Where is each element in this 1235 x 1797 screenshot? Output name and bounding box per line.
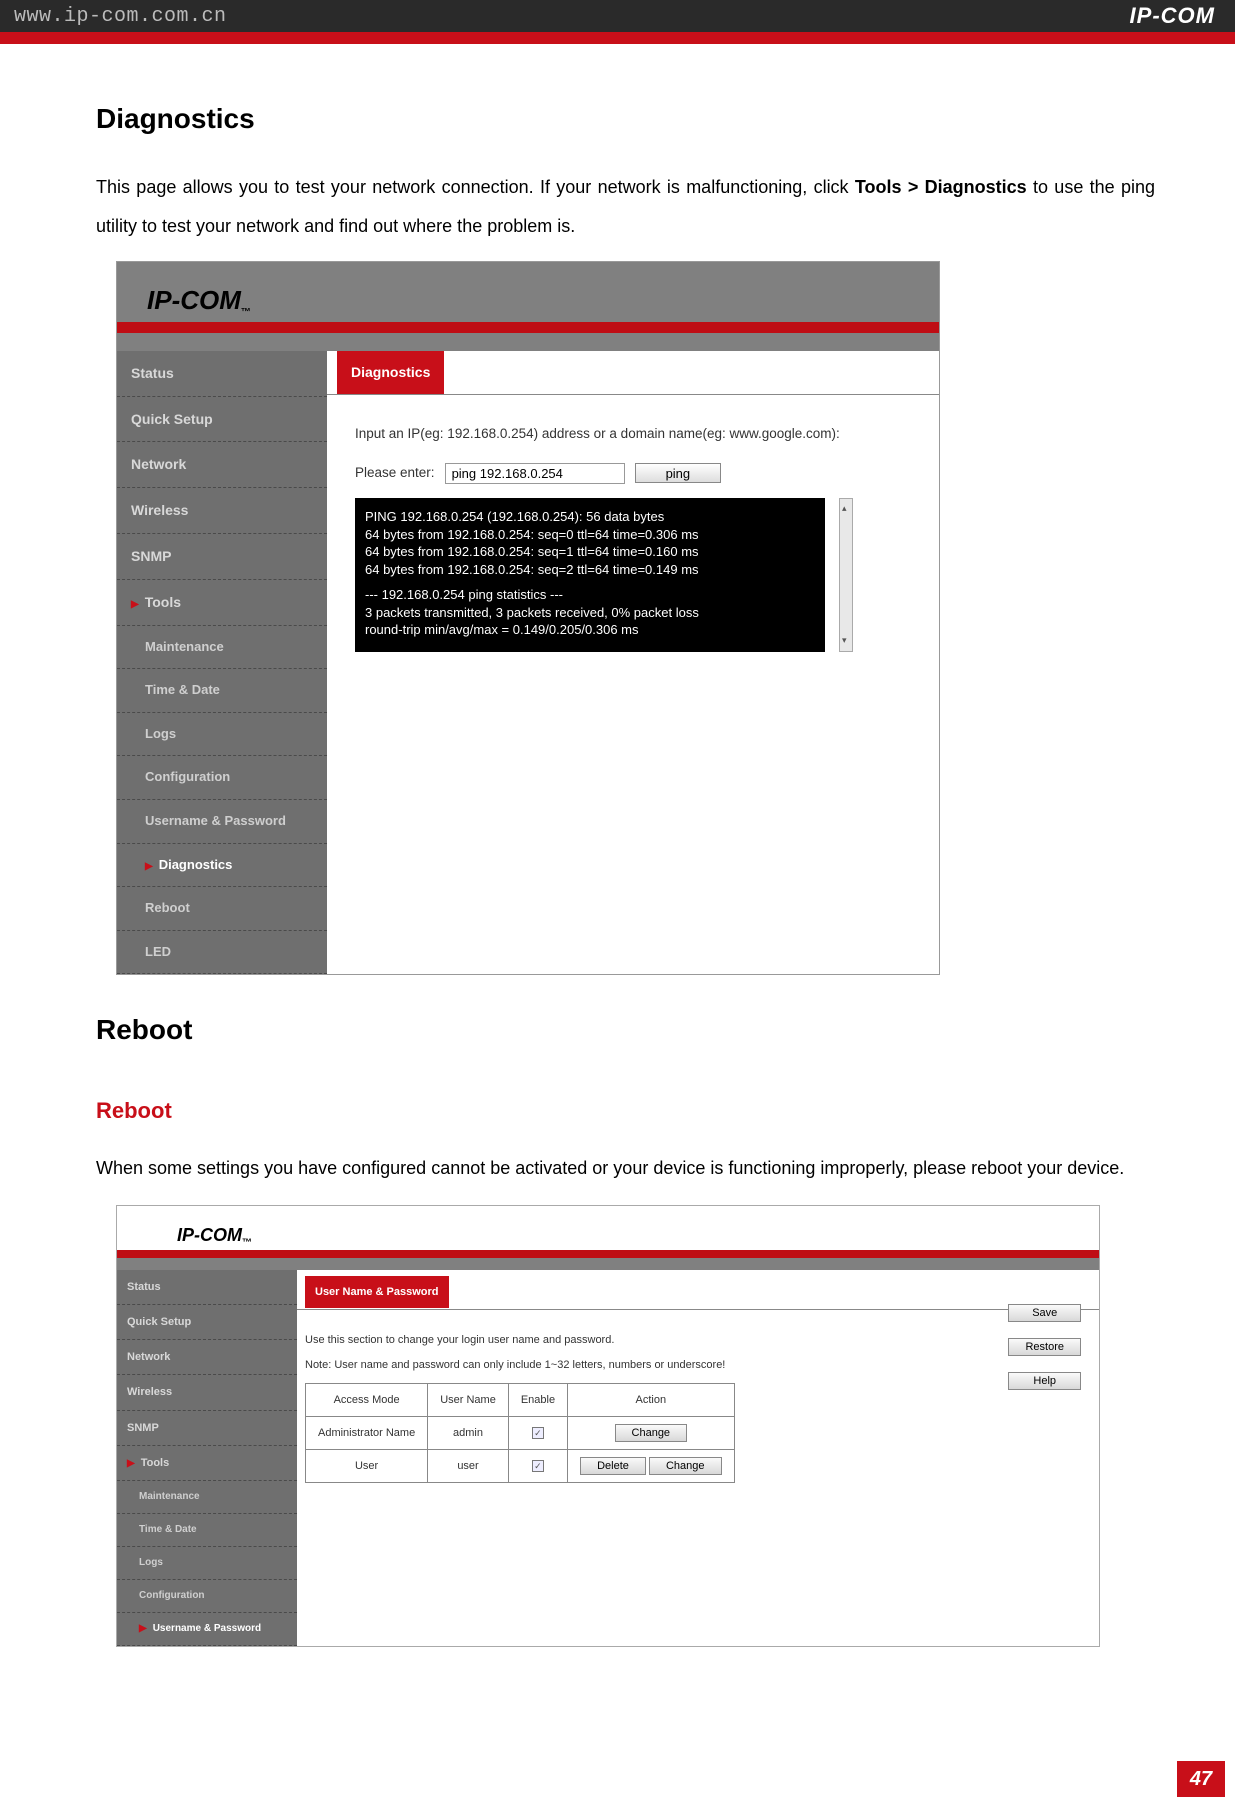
ss1-logo: IP-COM™ bbox=[147, 272, 251, 329]
diag-instructions: Input an IP(eg: 192.168.0.254) address o… bbox=[355, 419, 919, 449]
cell-user-user: user bbox=[428, 1450, 509, 1483]
header-red-band bbox=[0, 32, 1235, 44]
term-line: 64 bytes from 192.168.0.254: seq=1 ttl=6… bbox=[365, 543, 815, 561]
sidebar-item-network[interactable]: Network bbox=[117, 442, 327, 488]
sidebar-item-tools[interactable]: Tools bbox=[117, 1446, 297, 1481]
term-line: round-trip min/avg/max = 0.149/0.205/0.3… bbox=[365, 621, 815, 639]
sidebar-item-configuration[interactable]: Configuration bbox=[117, 756, 327, 800]
tab-diagnostics[interactable]: Diagnostics bbox=[337, 351, 444, 394]
sidebar-item-time-date[interactable]: Time & Date bbox=[117, 1514, 297, 1547]
table-row: User user ✓ Delete Change bbox=[306, 1450, 735, 1483]
sidebar-item-diagnostics[interactable]: Diagnostics bbox=[117, 844, 327, 888]
ss1-sidebar: Status Quick Setup Network Wireless SNMP… bbox=[117, 351, 327, 975]
header-url: www.ip-com.com.cn bbox=[14, 5, 227, 28]
sidebar-item-username-password[interactable]: Username & Password bbox=[117, 800, 327, 844]
ss1-topbar: IP-COM™ bbox=[117, 262, 939, 322]
ss2-gap bbox=[117, 1258, 1099, 1270]
ss2-topbar: IP-COM™ www.ip-com.com.cn bbox=[117, 1206, 1099, 1250]
text-bold: Diagnostics bbox=[925, 177, 1027, 197]
sidebar-item-quick-setup[interactable]: Quick Setup bbox=[117, 1305, 297, 1340]
screenshot-diagnostics: IP-COM™ Status Quick Setup Network Wirel… bbox=[116, 261, 940, 976]
table-row: Administrator Name admin ✓ Change bbox=[306, 1417, 735, 1450]
cell-mode-admin: Administrator Name bbox=[306, 1417, 428, 1450]
page-number-badge: 47 bbox=[1177, 1761, 1225, 1797]
th-access-mode: Access Mode bbox=[306, 1383, 428, 1416]
subsection-heading-reboot: Reboot bbox=[96, 1087, 1155, 1135]
ping-output-terminal: PING 192.168.0.254 (192.168.0.254): 56 d… bbox=[355, 498, 825, 652]
sidebar-item-snmp[interactable]: SNMP bbox=[117, 534, 327, 580]
ss2-desc-line2: Note: User name and password can only in… bbox=[305, 1353, 1099, 1377]
sidebar-item-status[interactable]: Status bbox=[117, 1270, 297, 1305]
table-header-row: Access Mode User Name Enable Action bbox=[306, 1383, 735, 1416]
user-table: Access Mode User Name Enable Action Admi… bbox=[305, 1383, 735, 1484]
sidebar-item-snmp[interactable]: SNMP bbox=[117, 1411, 297, 1446]
sidebar-item-tools[interactable]: Tools bbox=[117, 580, 327, 626]
ss2-url: www.ip-com.com.cn bbox=[926, 1220, 1069, 1251]
ping-button[interactable]: ping bbox=[635, 463, 722, 483]
sidebar-item-quick-setup[interactable]: Quick Setup bbox=[117, 397, 327, 443]
ss2-main: User Name & Password Use this section to… bbox=[297, 1270, 1099, 1646]
screenshot-username-password: IP-COM™ www.ip-com.com.cn Status Quick S… bbox=[116, 1205, 1100, 1647]
please-enter-label: Please enter: bbox=[355, 458, 435, 488]
term-line: 64 bytes from 192.168.0.254: seq=0 ttl=6… bbox=[365, 526, 815, 544]
term-line: 3 packets transmitted, 3 packets receive… bbox=[365, 604, 815, 622]
sidebar-item-wireless[interactable]: Wireless bbox=[117, 488, 327, 534]
text: This page allows you to test your networ… bbox=[96, 177, 855, 197]
text-bold: Tools > bbox=[855, 177, 925, 197]
ss2-redband bbox=[117, 1250, 1099, 1258]
delete-button-user[interactable]: Delete bbox=[580, 1457, 646, 1475]
terminal-scrollbar[interactable] bbox=[839, 498, 853, 652]
cell-mode-user: User bbox=[306, 1450, 428, 1483]
section-heading-diagnostics: Diagnostics bbox=[96, 88, 1155, 150]
ss2-logo: IP-COM™ bbox=[177, 1216, 252, 1256]
page-header: www.ip-com.com.cn IP-COM bbox=[0, 0, 1235, 32]
term-line: 64 bytes from 192.168.0.254: seq=2 ttl=6… bbox=[365, 561, 815, 579]
sidebar-item-wireless[interactable]: Wireless bbox=[117, 1375, 297, 1410]
sidebar-item-logs[interactable]: Logs bbox=[117, 713, 327, 757]
ss2-desc-line1: Use this section to change your login us… bbox=[305, 1328, 1099, 1352]
ss1-main: Diagnostics Input an IP(eg: 192.168.0.25… bbox=[327, 351, 939, 975]
sidebar-item-network[interactable]: Network bbox=[117, 1340, 297, 1375]
header-logo: IP-COM bbox=[1130, 3, 1215, 29]
change-button-admin[interactable]: Change bbox=[615, 1424, 688, 1442]
th-action: Action bbox=[568, 1383, 734, 1416]
th-enable: Enable bbox=[508, 1383, 567, 1416]
sidebar-item-reboot[interactable]: Reboot bbox=[117, 887, 327, 931]
ping-input[interactable] bbox=[445, 463, 625, 484]
save-button[interactable]: Save bbox=[1008, 1304, 1081, 1322]
term-line: PING 192.168.0.254 (192.168.0.254): 56 d… bbox=[365, 508, 815, 526]
ss2-sidebar: Status Quick Setup Network Wireless SNMP… bbox=[117, 1270, 297, 1646]
section-heading-reboot: Reboot bbox=[96, 999, 1155, 1061]
term-line: --- 192.168.0.254 ping statistics --- bbox=[365, 586, 815, 604]
sidebar-item-logs[interactable]: Logs bbox=[117, 1547, 297, 1580]
sidebar-item-status[interactable]: Status bbox=[117, 351, 327, 397]
sidebar-item-maintenance[interactable]: Maintenance bbox=[117, 626, 327, 670]
reboot-paragraph: When some settings you have configured c… bbox=[96, 1149, 1155, 1189]
cell-user-admin: admin bbox=[428, 1417, 509, 1450]
sidebar-item-configuration[interactable]: Configuration bbox=[117, 1580, 297, 1613]
tab-username-password[interactable]: User Name & Password bbox=[305, 1276, 449, 1308]
sidebar-item-led[interactable]: LED bbox=[117, 931, 327, 975]
change-button-user[interactable]: Change bbox=[649, 1457, 722, 1475]
checkbox-enable-user[interactable]: ✓ bbox=[532, 1460, 544, 1472]
sidebar-item-time-date[interactable]: Time & Date bbox=[117, 669, 327, 713]
restore-button[interactable]: Restore bbox=[1008, 1338, 1081, 1356]
sidebar-item-username-password[interactable]: Username & Password bbox=[117, 1613, 297, 1646]
sidebar-item-maintenance[interactable]: Maintenance bbox=[117, 1481, 297, 1514]
diagnostics-paragraph: This page allows you to test your networ… bbox=[96, 168, 1155, 247]
page-footer: 47 bbox=[0, 1757, 1235, 1797]
checkbox-enable-admin[interactable]: ✓ bbox=[532, 1427, 544, 1439]
th-user-name: User Name bbox=[428, 1383, 509, 1416]
help-button[interactable]: Help bbox=[1008, 1372, 1081, 1390]
ss1-gap bbox=[117, 333, 939, 351]
